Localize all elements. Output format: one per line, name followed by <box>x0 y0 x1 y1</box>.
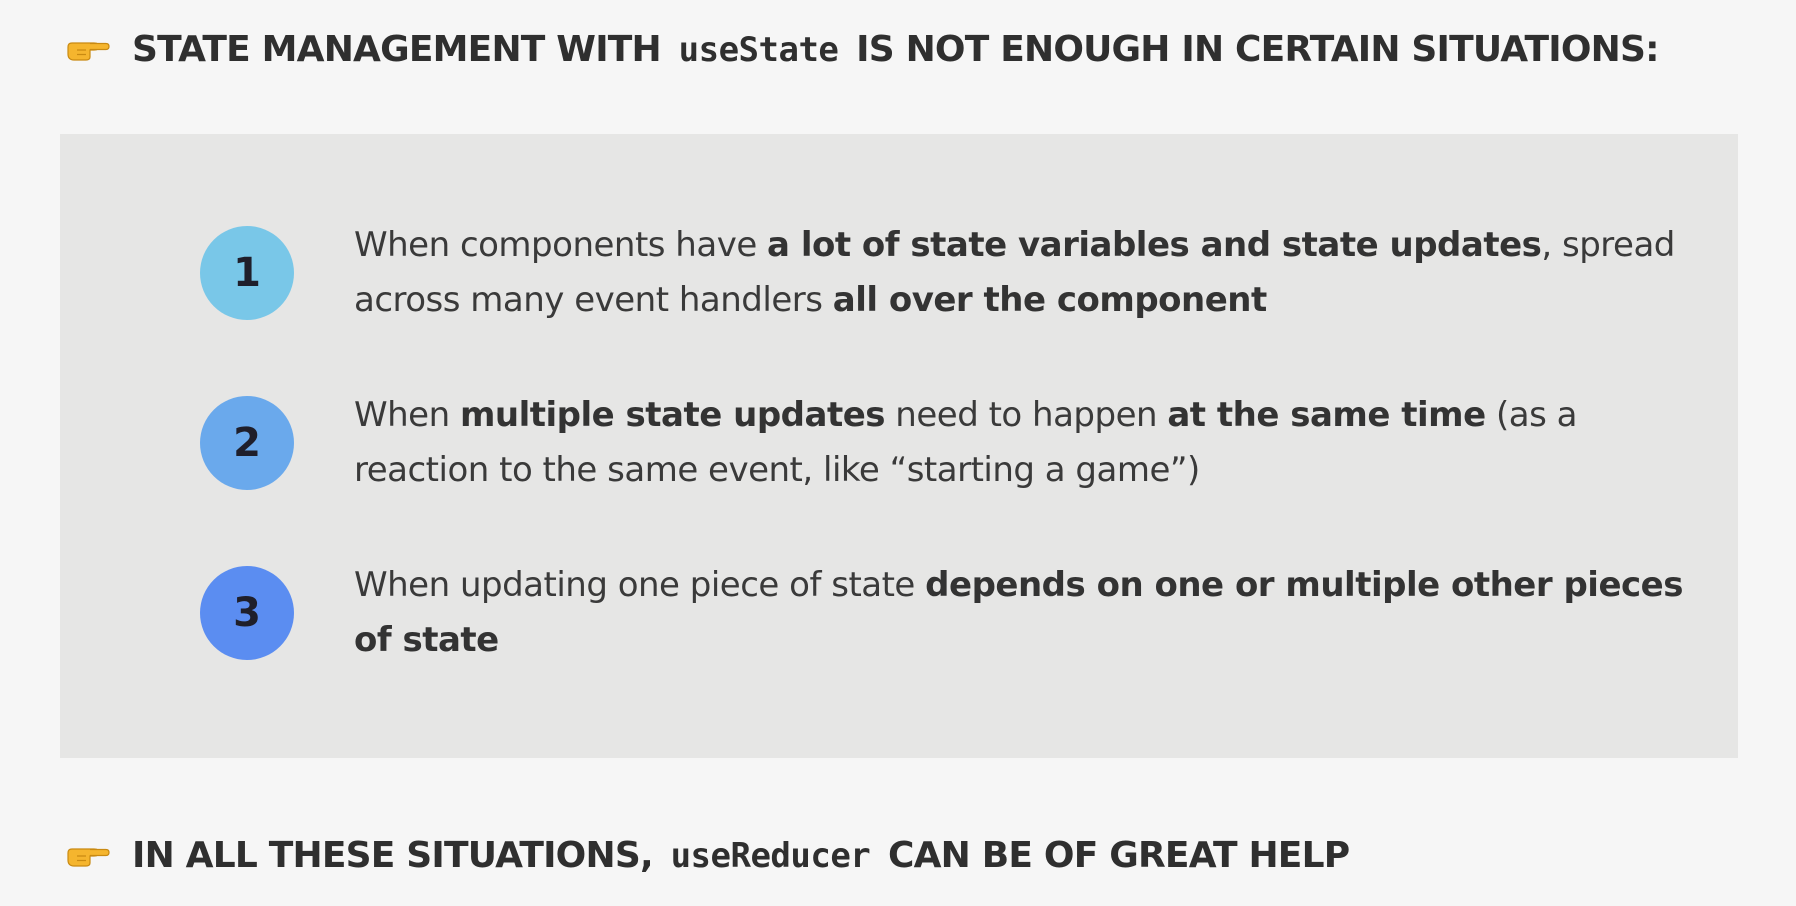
footer-prefix: IN ALL THESE SITUATIONS, <box>132 834 654 876</box>
footer-text: IN ALL THESE SITUATIONS, useReducer CAN … <box>132 834 1350 876</box>
heading-code: useState <box>678 29 839 70</box>
heading-prefix: STATE MANAGEMENT WITH <box>132 28 662 70</box>
text-segment: need to happen <box>885 395 1168 435</box>
bottom-heading: IN ALL THESE SITUATIONS, useReducer CAN … <box>66 832 1350 878</box>
top-heading: STATE MANAGEMENT WITH useState IS NOT EN… <box>66 26 1660 72</box>
text-segment: When components have <box>354 225 768 265</box>
pointing-hand-icon <box>67 848 110 867</box>
emphasis-text: multiple state updates <box>459 395 886 435</box>
footer-code: useReducer <box>670 835 871 876</box>
emphasis-text: at the same time <box>1167 395 1486 435</box>
emphasis-text: a lot of state variables and state updat… <box>767 225 1542 265</box>
text-segment: When updating one piece of state <box>354 565 926 605</box>
pointing-hand-icon <box>67 42 110 61</box>
heading-text: STATE MANAGEMENT WITH useState IS NOT EN… <box>132 28 1660 70</box>
footer-suffix: CAN BE OF GREAT HELP <box>888 834 1350 876</box>
situation-text: When updating one piece of state depends… <box>354 558 1684 668</box>
situation-item: 3 When updating one piece of state depen… <box>200 565 1683 686</box>
number-badge: 1 <box>200 226 294 320</box>
situations-panel: 1 When components have a lot of state va… <box>60 134 1738 758</box>
text-segment: When <box>354 395 460 435</box>
number-badge: 3 <box>200 566 294 660</box>
emphasis-text: all over the component <box>832 280 1268 320</box>
situation-text: When components have a lot of state vari… <box>354 218 1684 328</box>
heading-suffix: IS NOT ENOUGH IN CERTAIN SITUATIONS: <box>856 28 1659 70</box>
situation-item: 1 When components have a lot of state va… <box>200 225 1680 346</box>
situation-item: 2 When multiple state updates need to ha… <box>200 395 1680 516</box>
situation-text: When multiple state updates need to happ… <box>354 388 1684 498</box>
number-badge: 2 <box>200 396 294 490</box>
